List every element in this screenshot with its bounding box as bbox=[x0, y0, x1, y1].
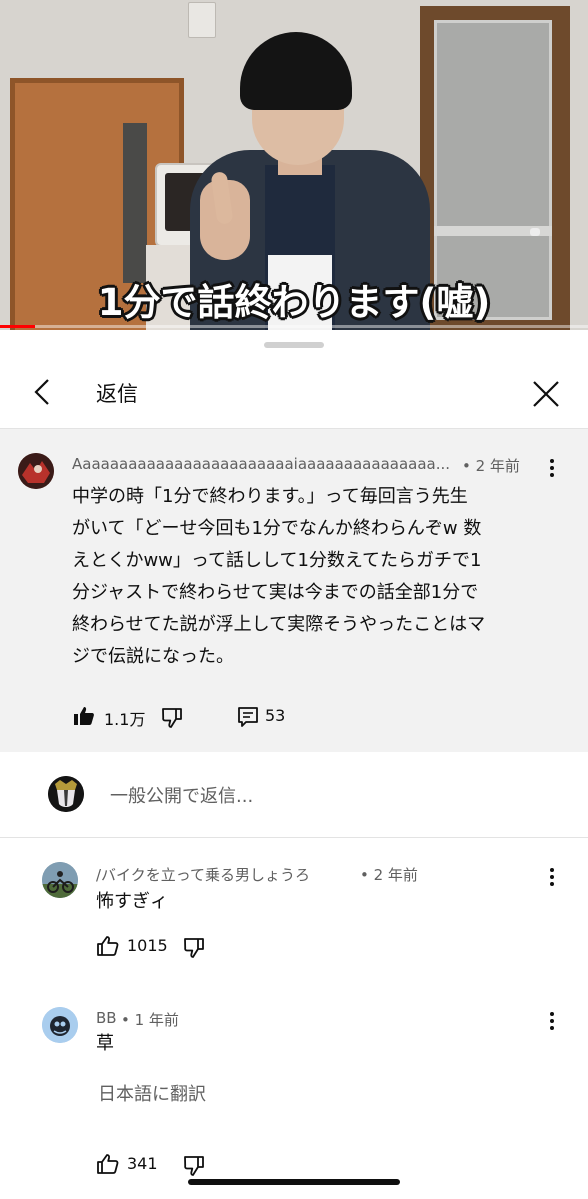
avatar[interactable] bbox=[42, 1007, 78, 1043]
more-options-button[interactable] bbox=[540, 862, 564, 892]
avatar[interactable] bbox=[42, 862, 78, 898]
like-button[interactable] bbox=[96, 1152, 120, 1180]
reply-input[interactable]: 一般公開で返信... bbox=[110, 782, 253, 808]
replies-button[interactable] bbox=[236, 705, 260, 733]
thumbs-down-icon bbox=[162, 708, 182, 728]
reply-author[interactable]: /バイクを立って乗る男しょうろ bbox=[96, 864, 310, 885]
close-button[interactable] bbox=[528, 376, 564, 412]
divider bbox=[0, 837, 588, 838]
reply-author[interactable]: BB bbox=[96, 1009, 117, 1027]
reply-text: 草 bbox=[96, 1033, 114, 1054]
parent-comment: Aaaaaaaaaaaaaaaaaaaaaaaaiaaaaaaaaaaaaaaa… bbox=[0, 429, 588, 752]
replies-sheet: 返信 Aaaaaaaaaaaaaaaaaaaaaaaaiaaaaaaaaaaaa… bbox=[0, 330, 588, 1199]
avatar-image bbox=[42, 862, 78, 898]
like-count: 1.1万 bbox=[104, 710, 146, 729]
video-progress-fill bbox=[0, 325, 36, 328]
reply-composer[interactable]: 一般公開で返信... bbox=[0, 752, 588, 838]
like-count: 341 bbox=[127, 1154, 158, 1173]
thumbs-up-icon bbox=[97, 936, 119, 956]
thumbs-up-filled-icon bbox=[74, 707, 94, 725]
sheet-title: 返信 bbox=[96, 382, 138, 406]
like-button[interactable] bbox=[72, 704, 96, 732]
comment-line: 分ジャストで終わらせて実は今までの話全部1分で bbox=[72, 582, 479, 603]
video-caption: 1分で話終わります(嘘) bbox=[97, 281, 491, 324]
avatar-image bbox=[18, 453, 54, 489]
thumbs-up-icon bbox=[97, 1154, 119, 1174]
thumbs-down-icon bbox=[184, 1156, 204, 1176]
chevron-left-icon bbox=[34, 379, 49, 405]
reply-time: • 2 年前 bbox=[360, 866, 418, 884]
comment-author[interactable]: Aaaaaaaaaaaaaaaaaaaaaaaaiaaaaaaaaaaaaaaa… bbox=[72, 455, 455, 473]
more-options-button[interactable] bbox=[540, 453, 564, 483]
more-options-button[interactable] bbox=[540, 1006, 564, 1036]
thumbs-down-icon bbox=[184, 938, 204, 958]
comment-line: 終わらせてた説が浮上して実際そうやったことはマ bbox=[72, 614, 486, 635]
comment-text: 中学の時「1分で終わります。」って毎回言う先生 がいて「どーせ今回も1分でなんか… bbox=[72, 481, 572, 673]
avatar[interactable] bbox=[18, 453, 54, 489]
dislike-button[interactable] bbox=[182, 936, 206, 964]
video-player[interactable]: 1分で話終わります(嘘) bbox=[0, 0, 588, 330]
like-button[interactable] bbox=[96, 934, 120, 962]
avatar-image bbox=[42, 1007, 78, 1043]
comment-icon bbox=[238, 707, 258, 727]
dislike-button[interactable] bbox=[160, 706, 184, 734]
reply-count: 53 bbox=[265, 706, 286, 725]
sheet-drag-handle[interactable] bbox=[264, 342, 324, 348]
close-icon bbox=[533, 381, 559, 407]
video-frame-detail bbox=[188, 2, 216, 38]
reply-time: • 1 年前 bbox=[121, 1011, 179, 1029]
back-button[interactable] bbox=[24, 374, 60, 410]
avatar-image bbox=[48, 776, 84, 812]
comment-line: えとくかww」って話しして1分数えてたらガチで1 bbox=[72, 550, 482, 571]
like-count: 1015 bbox=[127, 936, 168, 955]
video-progress-bar[interactable] bbox=[0, 325, 588, 328]
own-avatar[interactable] bbox=[48, 776, 84, 812]
sheet-header: 返信 bbox=[0, 358, 588, 428]
home-indicator bbox=[188, 1179, 400, 1185]
dislike-button[interactable] bbox=[182, 1154, 206, 1182]
comment-line: ジで伝説になった。 bbox=[72, 646, 234, 667]
comment-line: がいて「どーせ今回も1分でなんか終わらんぞw 数 bbox=[72, 518, 482, 539]
translate-link[interactable]: 日本語に翻訳 bbox=[98, 1080, 206, 1106]
comment-line: 中学の時「1分で終わります。」って毎回言う先生 bbox=[72, 486, 468, 507]
reply-text: 怖すぎィ bbox=[96, 891, 168, 912]
comment-time: • 2 年前 bbox=[462, 457, 520, 475]
